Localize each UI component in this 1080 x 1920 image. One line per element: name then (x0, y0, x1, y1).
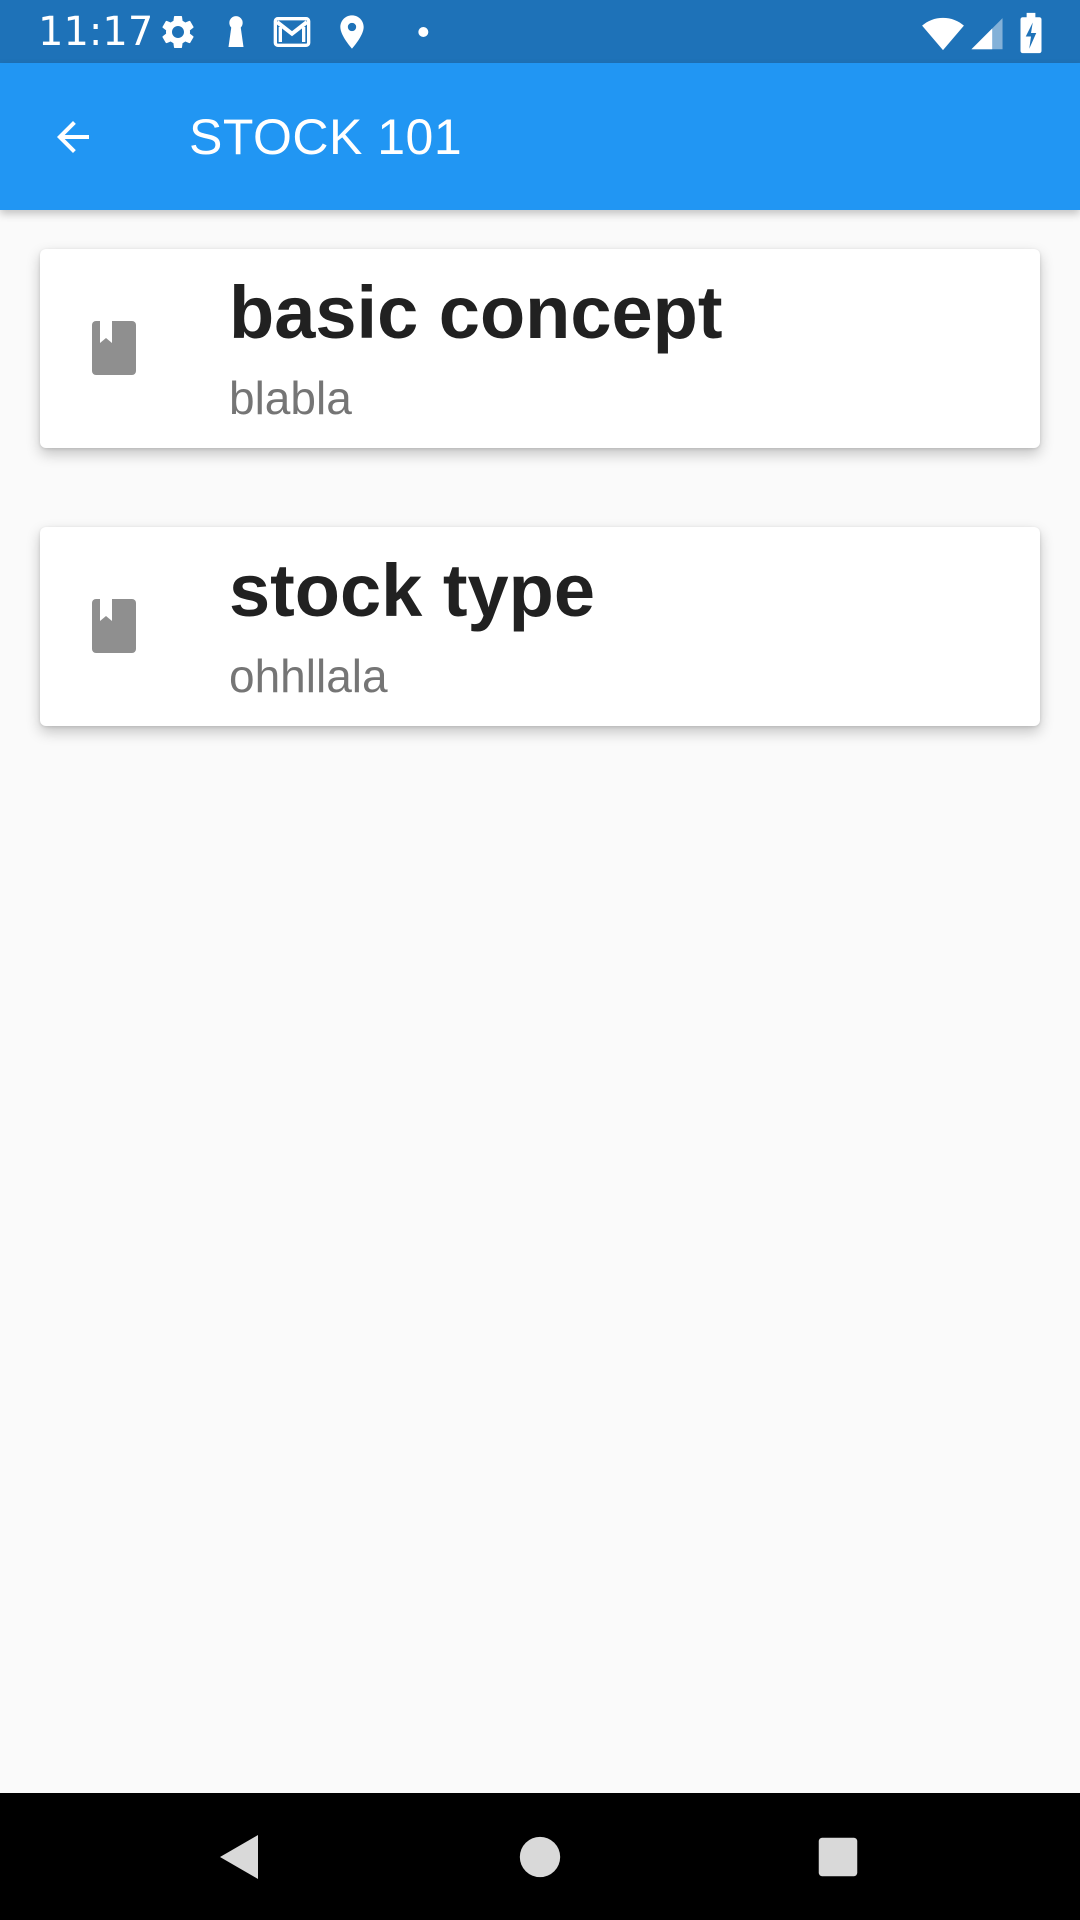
gmail-icon (273, 17, 311, 47)
book-icon (92, 321, 136, 375)
home-circle-icon (519, 1836, 561, 1878)
lesson-card-basic-concept[interactable]: basic concept blabla (40, 249, 1040, 448)
lesson-subtitle: blabla (229, 372, 352, 424)
lesson-card-stock-type[interactable]: stock type ohhllala (40, 527, 1040, 726)
wifi-icon (922, 17, 964, 51)
settings-icon (162, 15, 194, 48)
back-triangle-icon (220, 1835, 258, 1879)
lesson-subtitle: ohhllala (229, 650, 388, 702)
lesson-title: basic concept (229, 271, 723, 354)
nav-back-button[interactable] (202, 1821, 274, 1893)
status-time: 11:17 (38, 9, 154, 55)
nav-recents-button[interactable] (802, 1821, 874, 1893)
nav-home-button[interactable] (504, 1821, 576, 1893)
dot-icon (418, 27, 429, 37)
back-button[interactable] (24, 88, 122, 186)
keyhole-icon (228, 16, 244, 47)
lesson-title: stock type (229, 549, 596, 632)
location-icon (340, 15, 364, 49)
app-bar: STOCK 101 (0, 63, 1080, 210)
page-title: STOCK 101 (189, 109, 463, 165)
lesson-list: basic concept blabla stock type ohhllala (0, 210, 1080, 1793)
cell-signal-icon (971, 18, 1003, 50)
system-nav-bar (0, 1793, 1080, 1920)
recents-square-icon (818, 1837, 858, 1877)
book-icon (92, 599, 136, 653)
battery-charging-icon (1020, 12, 1042, 54)
arrow-back-icon (57, 121, 89, 153)
status-bar: 11:17 (0, 0, 1080, 63)
